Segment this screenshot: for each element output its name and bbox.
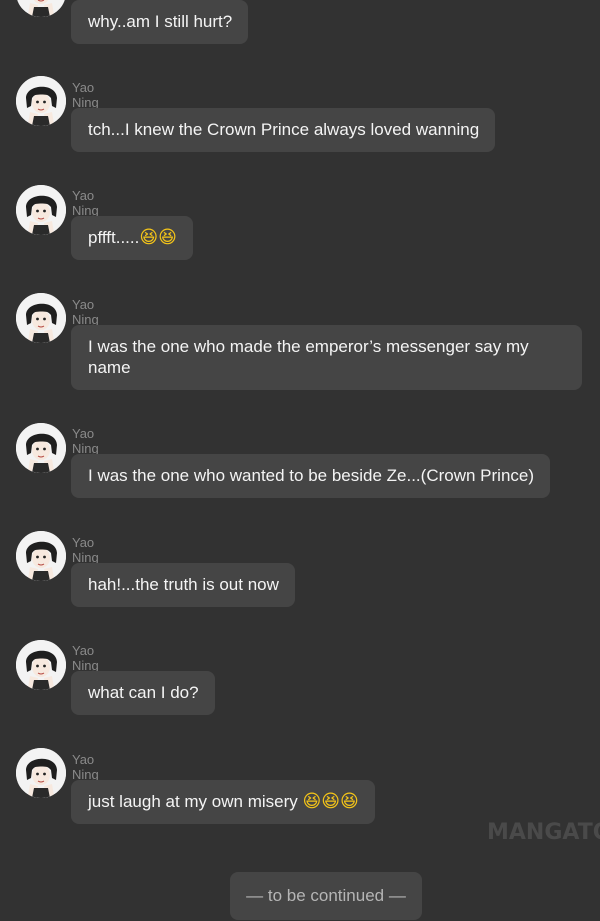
message-text: I was the one who made the emperor’s mes… [88,337,529,377]
avatar[interactable] [16,76,66,126]
user-avatar-icon [16,293,66,343]
message-bubble[interactable]: just laugh at my own misery 😆😆😆 [71,780,375,824]
user-avatar-icon [16,423,66,473]
avatar[interactable] [16,185,66,235]
sender-name: Yao Ning [72,535,99,565]
continued-text: — to be continued — [246,886,406,905]
avatar[interactable] [16,531,66,581]
user-avatar-icon [16,76,66,126]
message-bubble[interactable]: tch...I knew the Crown Prince always lov… [71,108,496,152]
avatar[interactable] [16,748,66,798]
avatar[interactable] [16,640,66,690]
user-avatar-icon [16,748,66,798]
message-bubble[interactable]: pffft.....😆😆 [71,216,193,260]
to-be-continued-label: — to be continued — [230,872,422,920]
sender-name: Yao Ning [72,752,99,782]
avatar[interactable] [16,293,66,343]
user-avatar-icon [16,185,66,235]
avatar[interactable] [16,0,66,17]
message-bubble[interactable]: what can I do? [71,671,215,715]
message-text: why..am I still hurt? [88,12,233,31]
avatar[interactable] [16,423,66,473]
laughing-emoji-icon: 😆😆😆 [302,791,359,812]
laughing-emoji-icon: 😆😆 [139,227,177,248]
message-text: just laugh at my own misery [88,792,298,811]
message-text: what can I do? [88,683,199,702]
message-text: pffft..... [88,228,140,247]
user-avatar-icon [16,640,66,690]
message-bubble[interactable]: hah!...the truth is out now [71,563,295,607]
sender-name: Yao Ning [72,80,99,110]
message-text: hah!...the truth is out now [88,575,279,594]
watermark: MANGATO [487,820,600,845]
user-avatar-icon [16,531,66,581]
message-text: I was the one who wanted to be beside Ze… [88,466,535,485]
sender-name: Yao Ning [72,188,99,218]
message-bubble[interactable]: why..am I still hurt? [71,0,249,44]
user-avatar-icon [16,0,66,17]
sender-name: Yao Ning [72,426,99,456]
sender-name: Yao Ning [72,297,99,327]
sender-name: Yao Ning [72,643,99,673]
message-bubble[interactable]: I was the one who wanted to be beside Ze… [71,454,551,498]
message-bubble[interactable]: I was the one who made the emperor’s mes… [71,325,582,390]
message-text: tch...I knew the Crown Prince always lov… [88,120,480,139]
